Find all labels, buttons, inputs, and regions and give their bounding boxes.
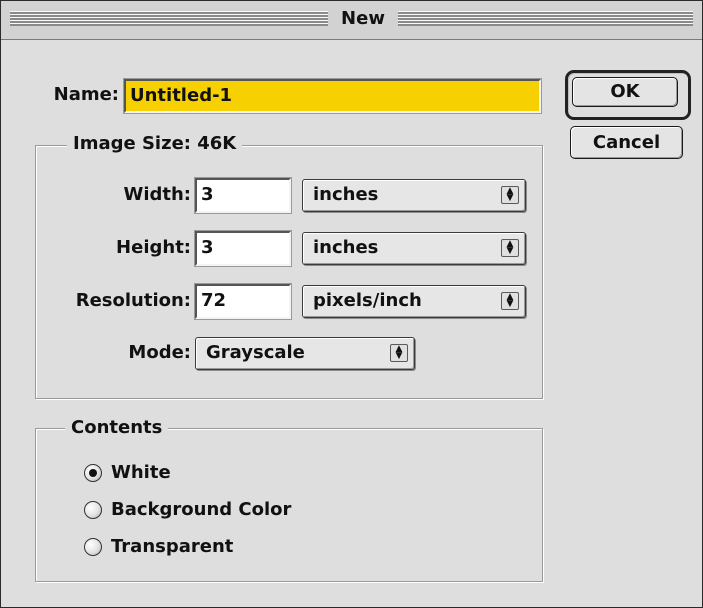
radio-white-label[interactable]: White [111,461,171,485]
radio-background-color-label[interactable]: Background Color [111,498,291,522]
updown-arrow-icon: ▲ ▼ [501,186,519,204]
title-bar[interactable]: New [1,1,702,40]
mode-value: Grayscale [206,342,305,363]
width-label: Width: [123,184,191,205]
updown-arrow-icon: ▲ ▼ [390,344,408,362]
new-document-dialog: New Name: Untitled-1 OK Cancel Image Siz… [0,0,703,608]
mode-popup[interactable]: Grayscale ▲ ▼ [195,337,415,370]
height-unit-popup[interactable]: inches ▲ ▼ [302,232,526,265]
height-input[interactable]: 3 [195,231,291,266]
image-size-legend: Image Size: 46K [67,132,243,156]
cancel-button[interactable]: Cancel [570,126,683,159]
height-unit-value: inches [313,237,379,258]
name-label: Name: [53,84,119,105]
radio-white[interactable] [84,464,102,482]
width-unit-popup[interactable]: inches ▲ ▼ [302,179,526,212]
ok-button[interactable]: OK [572,77,678,107]
width-input[interactable]: 3 [195,178,291,213]
updown-arrow-icon: ▲ ▼ [501,292,519,310]
dialog-title: New [341,8,385,29]
name-value: Untitled-1 [130,85,233,106]
height-label: Height: [116,237,191,258]
resolution-input[interactable]: 72 [195,284,291,319]
title-stripes-left [10,11,328,26]
resolution-label: Resolution: [75,290,191,311]
mode-label: Mode: [128,342,191,363]
width-unit-value: inches [313,184,379,205]
title-stripes-right [398,11,693,26]
resolution-unit-popup[interactable]: pixels/inch ▲ ▼ [302,285,526,318]
updown-arrow-icon: ▲ ▼ [501,239,519,257]
contents-legend: Contents [65,416,169,440]
resolution-unit-value: pixels/inch [313,290,422,311]
radio-transparent[interactable] [84,538,102,556]
radio-transparent-label[interactable]: Transparent [111,535,233,559]
name-field[interactable]: Untitled-1 [124,79,541,113]
radio-background-color[interactable] [84,501,102,519]
radio-selected-dot-icon [89,469,97,477]
